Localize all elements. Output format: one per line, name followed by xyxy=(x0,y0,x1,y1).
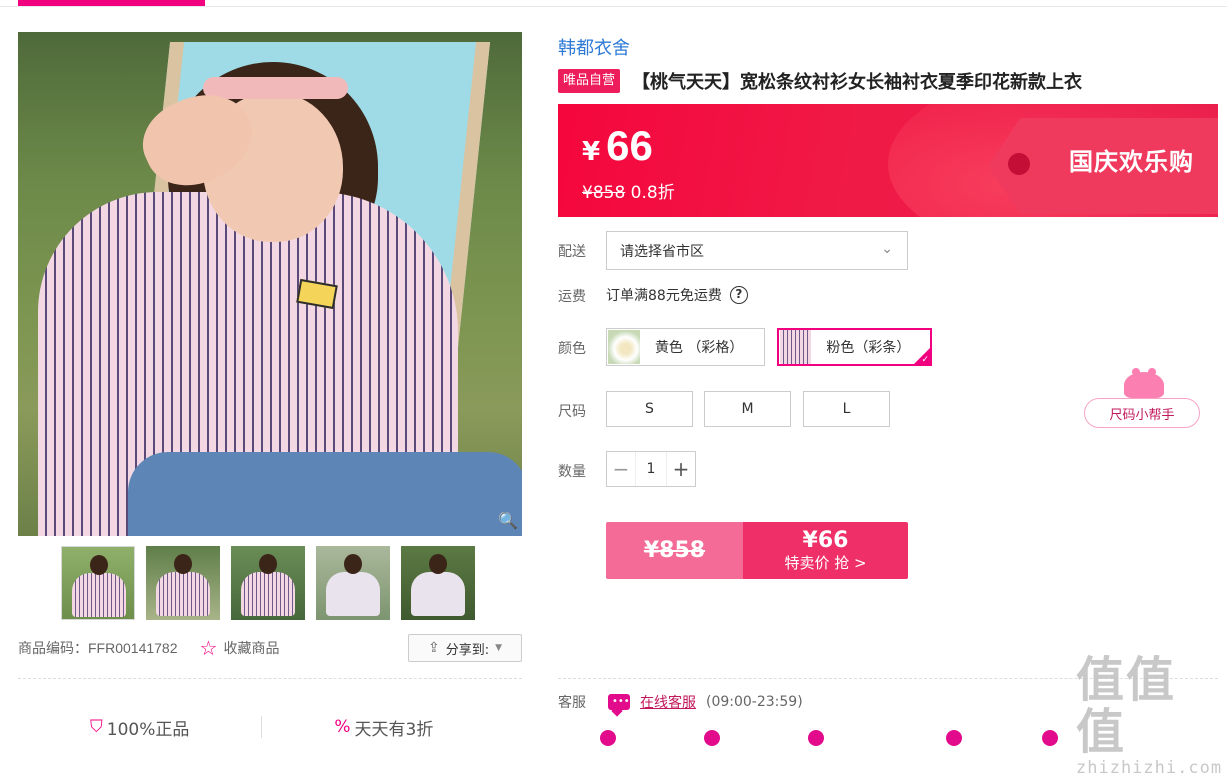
thumbnail-5[interactable] xyxy=(401,546,475,620)
shipping-text: 订单满88元免运费 xyxy=(606,288,722,304)
help-icon[interactable]: ? xyxy=(729,286,748,304)
active-tab-indicator xyxy=(18,0,205,6)
thumbnail-2[interactable] xyxy=(146,546,220,620)
thumbnail-strip xyxy=(61,546,475,620)
buy-now-button[interactable]: ¥66 特卖价 抢 > xyxy=(743,522,908,579)
promo-dot xyxy=(600,730,616,746)
tag-hole xyxy=(1008,153,1030,175)
quantity-input[interactable]: 1 xyxy=(635,452,667,486)
region-select[interactable]: 请选择省市区 ⌄ xyxy=(606,231,908,270)
buy-bar: ¥858 ¥66 特卖价 抢 > xyxy=(606,522,908,579)
event-title: 国庆欢乐购 xyxy=(1069,148,1194,176)
thumbnail-1[interactable] xyxy=(61,546,135,620)
price-banner: ¥ 66 ¥858 0.8折 国庆欢乐购 xyxy=(558,104,1218,217)
top-divider xyxy=(0,6,1227,7)
share-icon: ⇪ xyxy=(427,640,440,656)
promo-dot xyxy=(946,730,962,746)
size-label: 尺码 xyxy=(558,404,586,420)
watermark-site: zhizhizhi.com xyxy=(1076,758,1223,778)
delivery-label: 配送 xyxy=(558,244,586,260)
promise-divider xyxy=(261,716,263,738)
thumbnail-4[interactable] xyxy=(316,546,390,620)
shipping-info: 订单满88元免运费 ? xyxy=(606,285,748,305)
promise-row: ⛉ 100%正品 % 天天有3折 xyxy=(18,714,522,740)
brand-link[interactable]: 韩都衣舍 xyxy=(558,34,630,60)
product-code-label: 商品编码： xyxy=(18,640,88,656)
service-hours: (09:00-23:59) xyxy=(706,694,803,710)
region-select-value: 请选择省市区 xyxy=(620,243,704,260)
favorite-button[interactable]: ☆ 收藏商品 xyxy=(200,638,280,658)
main-product-image[interactable]: 🔍 xyxy=(18,32,522,536)
color-option-pink[interactable]: 粉色（彩条） ✓ xyxy=(777,328,932,366)
product-code: FFR00141782 xyxy=(88,640,178,656)
current-price: ¥ 66 xyxy=(582,122,653,170)
title-row: 唯品自营 【桃气天天】宽松条纹衬衫女长袖衬衣夏季印花新款上衣 xyxy=(558,68,1082,94)
online-service-link[interactable]: 在线客服 xyxy=(640,692,696,712)
service-label: 客服 xyxy=(558,695,586,711)
promo-dot xyxy=(808,730,824,746)
share-label: 分享到: xyxy=(445,642,490,658)
currency-symbol: ¥ xyxy=(582,137,601,167)
buy-original-price: ¥858 xyxy=(606,522,743,579)
service-row: 客服 ••• 在线客服 (09:00-23:59) xyxy=(558,692,803,712)
zoom-icon[interactable]: 🔍 xyxy=(498,512,518,530)
increment-button[interactable]: + xyxy=(667,452,695,486)
color-option-yellow[interactable]: 黄色 （彩格） xyxy=(606,328,765,366)
caret-down-icon: ▼ xyxy=(495,643,503,653)
site-watermark: 值值值 zhizhizhi.com xyxy=(1076,654,1221,778)
percent-icon: % xyxy=(334,717,351,737)
watermark-glyphs: 值值值 xyxy=(1076,652,1177,760)
color-swatch xyxy=(780,330,812,364)
quantity-label: 数量 xyxy=(558,464,586,480)
headband xyxy=(203,77,348,99)
color-option-label: 黄色 （彩格） xyxy=(654,340,744,356)
color-swatch xyxy=(608,330,640,364)
jeans xyxy=(128,452,522,536)
shipping-label: 运费 xyxy=(558,289,586,305)
buy-price: ¥66 xyxy=(802,527,849,553)
size-helper[interactable]: 尺码小帮手 xyxy=(1084,368,1200,428)
current-price-value: 66 xyxy=(606,122,653,169)
promo-dot xyxy=(1042,730,1058,746)
self-operated-badge: 唯品自营 xyxy=(558,69,621,93)
thumbnail-3[interactable] xyxy=(231,546,305,620)
quantity-stepper: − 1 + xyxy=(606,451,696,487)
pig-mascot-icon xyxy=(1124,368,1164,398)
discount-rate: 0.8折 xyxy=(630,183,675,203)
divider xyxy=(18,678,522,679)
color-label: 颜色 xyxy=(558,341,586,357)
buy-label: 特卖价 抢 > xyxy=(784,553,867,572)
product-meta-row: 商品编码： FFR00141782 ☆ 收藏商品 ⇪ 分享到: ▼ xyxy=(18,634,522,662)
color-option-label: 粉色（彩条） xyxy=(826,340,911,356)
check-icon: ✓ xyxy=(921,355,929,365)
product-title: 【桃气天天】宽松条纹衬衫女长袖衬衣夏季印花新款上衣 xyxy=(632,72,1083,93)
original-price: ¥858 xyxy=(582,183,626,203)
shield-icon: ⛉ xyxy=(90,717,103,737)
decrement-button[interactable]: − xyxy=(607,452,635,486)
price-subline: ¥858 0.8折 xyxy=(582,178,675,203)
size-option-m[interactable]: M xyxy=(704,391,791,427)
size-option-s[interactable]: S xyxy=(606,391,693,427)
favorite-label: 收藏商品 xyxy=(223,641,280,657)
size-helper-button[interactable]: 尺码小帮手 xyxy=(1084,398,1200,428)
star-icon: ☆ xyxy=(199,636,218,660)
size-option-l[interactable]: L xyxy=(803,391,890,427)
chat-icon: ••• xyxy=(608,694,630,710)
chevron-down-icon: ⌄ xyxy=(881,241,893,257)
promo-dot xyxy=(704,730,720,746)
share-dropdown[interactable]: ⇪ 分享到: ▼ xyxy=(408,634,522,662)
